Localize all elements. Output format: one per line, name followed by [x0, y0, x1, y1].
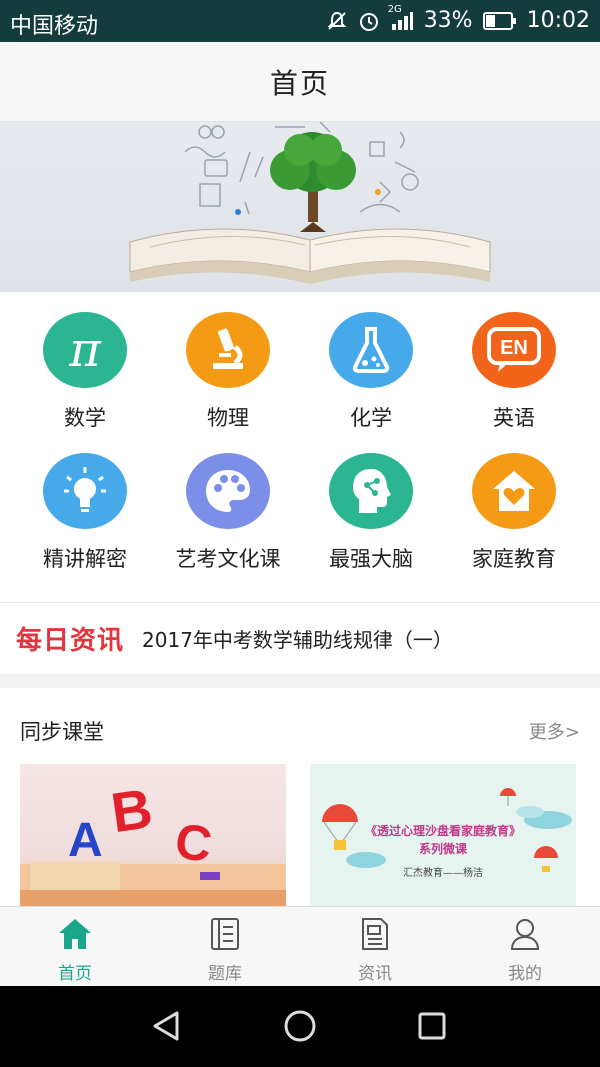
- home-heart-icon: [472, 453, 556, 529]
- tab-profile[interactable]: 我的: [450, 907, 600, 987]
- palette-icon: [186, 453, 270, 529]
- en-bubble-icon: EN: [472, 312, 556, 388]
- course-card[interactable]: A B C: [20, 764, 286, 908]
- carrier-name: 中国移动: [10, 14, 99, 39]
- category-label: 艺考文化课: [175, 547, 281, 571]
- tab-question-bank[interactable]: 题库: [150, 907, 300, 987]
- battery-icon: [482, 11, 517, 31]
- home-circle-icon[interactable]: [280, 1006, 320, 1046]
- abc-letters-image: A B C: [20, 776, 286, 908]
- back-icon[interactable]: [146, 1006, 186, 1046]
- course-card[interactable]: 《透过心理沙盘看家庭教育》 系列微课 汇杰教育——杨洁: [310, 764, 576, 908]
- category-chemistry[interactable]: 化学: [296, 292, 446, 432]
- bottom-tab-bar: 首页 题库 资讯 我的: [0, 906, 600, 986]
- tab-label: 题库: [208, 964, 242, 984]
- category-grid: π 数学 物理 化学 EN 英语 精讲解密 艺考文化课 最强大脑 家庭教育: [0, 292, 600, 602]
- category-label: 精讲解密: [43, 547, 127, 571]
- category-label: 数学: [64, 406, 106, 430]
- svg-text:A: A: [68, 814, 103, 867]
- category-label: 家庭教育: [472, 547, 556, 571]
- signal-icon: 2G: [388, 4, 414, 32]
- lightbulb-icon: [43, 453, 127, 529]
- tab-label: 资讯: [358, 964, 392, 984]
- app-header: 首页: [0, 42, 600, 122]
- status-bar: 中国移动 2G 33% 10:02: [0, 0, 600, 42]
- category-family-education[interactable]: 家庭教育: [439, 433, 589, 573]
- banner-image[interactable]: [0, 122, 600, 292]
- category-math[interactable]: π 数学: [10, 292, 160, 432]
- category-brain[interactable]: 最强大脑: [296, 433, 446, 573]
- svg-text:B: B: [107, 776, 156, 844]
- clock: 10:02: [526, 8, 590, 33]
- tab-label: 我的: [508, 964, 542, 984]
- category-english[interactable]: EN 英语: [439, 292, 589, 432]
- tab-news[interactable]: 资讯: [300, 907, 450, 987]
- category-label: 最强大脑: [329, 547, 413, 571]
- home-icon: [57, 917, 93, 951]
- battery-percent: 33%: [423, 8, 473, 33]
- alarm-icon: [358, 10, 380, 32]
- sync-classroom-section: 同步课堂 更多> A B C 《透过心理沙盘看家庭教育》 系列微课 汇杰教育——…: [0, 688, 600, 908]
- brain-head-icon: [329, 453, 413, 529]
- category-label: 化学: [350, 406, 392, 430]
- news-headline[interactable]: 2017年中考数学辅助线规律（一）: [142, 624, 453, 653]
- tab-label: 首页: [58, 964, 92, 984]
- system-nav-bar: [0, 986, 600, 1067]
- category-explained[interactable]: 精讲解密: [10, 433, 160, 573]
- tab-home[interactable]: 首页: [0, 907, 150, 987]
- microscope-icon: [186, 312, 270, 388]
- card-footer: 汇杰教育——杨洁: [403, 868, 483, 879]
- status-icons: 2G 33% 10:02: [326, 4, 590, 33]
- notebook-icon: [209, 917, 241, 951]
- svg-text:EN: EN: [500, 337, 528, 359]
- flask-icon: [329, 312, 413, 388]
- svg-text:C: C: [172, 813, 216, 873]
- recents-square-icon[interactable]: [412, 1006, 452, 1046]
- user-icon: [509, 917, 541, 951]
- daily-news-badge: 每日资讯: [16, 626, 125, 656]
- card-subtitle: 系列微课: [418, 842, 467, 856]
- category-physics[interactable]: 物理: [153, 292, 303, 432]
- card-title: 《透过心理沙盘看家庭教育》: [364, 824, 521, 838]
- more-link[interactable]: 更多>: [529, 718, 580, 744]
- mute-icon: [326, 10, 348, 32]
- document-icon: [359, 917, 391, 951]
- open-book-tree-illustration: [129, 122, 491, 284]
- section-title: 同步课堂: [20, 720, 104, 744]
- category-label: 物理: [207, 406, 249, 430]
- daily-news-bar[interactable]: 每日资讯 2017年中考数学辅助线规律（一）: [0, 602, 600, 674]
- page-title: 首页: [269, 66, 330, 100]
- pi-icon: π: [43, 312, 127, 388]
- category-label: 英语: [493, 406, 535, 430]
- network-type: 2G: [387, 3, 402, 15]
- category-art-exam[interactable]: 艺考文化课: [153, 433, 303, 573]
